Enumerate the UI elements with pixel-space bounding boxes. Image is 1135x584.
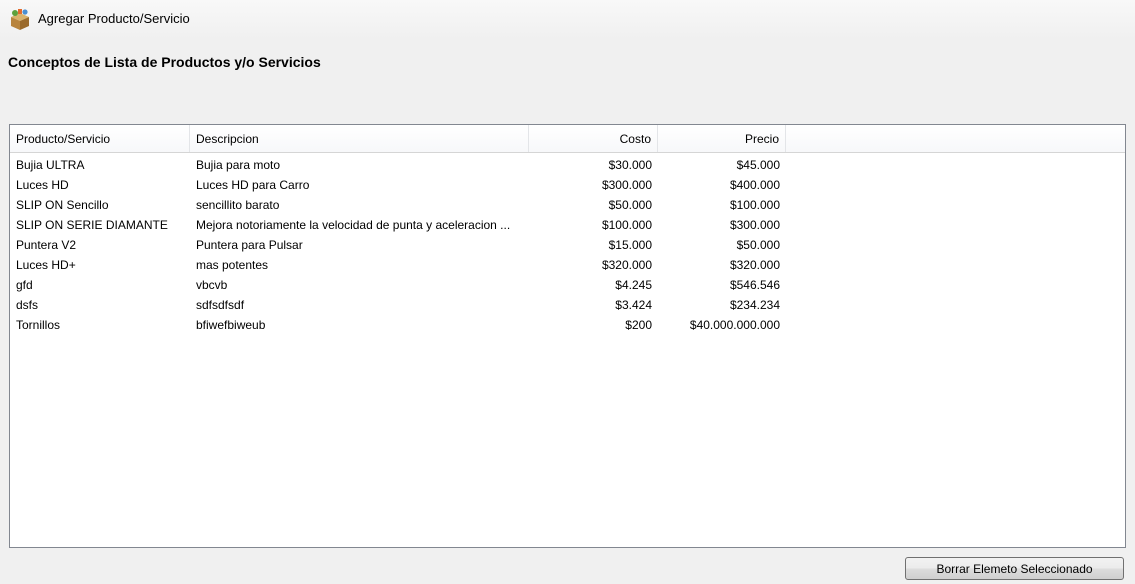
cell-producto: SLIP ON SERIE DIAMANTE: [16, 218, 168, 232]
table-row[interactable]: Puntera V2 Puntera para Pulsar $15.000 $…: [10, 235, 1125, 255]
cell-costo: $100.000: [601, 218, 652, 232]
column-header-costo[interactable]: Costo: [529, 125, 658, 152]
cell-descripcion: sencillito barato: [196, 198, 280, 212]
cell-descripcion: Mejora notoriamente la velocidad de punt…: [196, 218, 511, 232]
page-title: Conceptos de Lista de Productos y/o Serv…: [8, 54, 321, 70]
table-row[interactable]: dsfs sdfsdfsdf $3.424 $234.234: [10, 295, 1125, 315]
cell-precio: $234.234: [729, 298, 780, 312]
title-bar: Agregar Producto/Servicio: [0, 0, 1135, 40]
cell-precio: $546.546: [729, 278, 780, 292]
cell-descripcion: mas potentes: [196, 258, 269, 272]
cell-costo: $300.000: [601, 178, 652, 192]
product-box-icon: [11, 9, 29, 30]
column-header-precio[interactable]: Precio: [658, 125, 786, 152]
products-list[interactable]: Producto/Servicio Descripcion Costo Prec…: [9, 124, 1126, 548]
cell-costo: $3.424: [615, 298, 652, 312]
cell-precio: $100.000: [729, 198, 780, 212]
list-body: Bujia ULTRA Bujia para moto $30.000 $45.…: [10, 155, 1125, 335]
cell-descripcion: bfiwefbiweub: [196, 318, 266, 332]
cell-costo: $320.000: [601, 258, 652, 272]
cell-precio: $50.000: [736, 238, 780, 252]
table-row[interactable]: Luces HD+ mas potentes $320.000 $320.000: [10, 255, 1125, 275]
cell-precio: $320.000: [729, 258, 780, 272]
cell-producto: Luces HD+: [16, 258, 76, 272]
cell-producto: Tornillos: [16, 318, 61, 332]
table-row[interactable]: SLIP ON Sencillo sencillito barato $50.0…: [10, 195, 1125, 215]
cell-descripcion: Puntera para Pulsar: [196, 238, 303, 252]
delete-selected-button[interactable]: Borrar Elemeto Seleccionado: [905, 557, 1124, 580]
cell-descripcion: sdfsdfsdf: [196, 298, 245, 312]
table-row[interactable]: Luces HD Luces HD para Carro $300.000 $4…: [10, 175, 1125, 195]
list-header: Producto/Servicio Descripcion Costo Prec…: [10, 125, 1125, 153]
window-title: Agregar Producto/Servicio: [38, 11, 190, 26]
table-row[interactable]: SLIP ON SERIE DIAMANTE Mejora notoriamen…: [10, 215, 1125, 235]
column-header-descripcion[interactable]: Descripcion: [190, 125, 529, 152]
cell-precio: $45.000: [736, 158, 780, 172]
cell-producto: SLIP ON Sencillo: [16, 198, 109, 212]
cell-producto: Luces HD: [16, 178, 69, 192]
cell-descripcion: Bujia para moto: [196, 158, 281, 172]
table-row[interactable]: Tornillos bfiwefbiweub $200 $40.000.000.…: [10, 315, 1125, 335]
column-header-producto[interactable]: Producto/Servicio: [10, 125, 190, 152]
cell-precio: $300.000: [729, 218, 780, 232]
cell-costo: $4.245: [615, 278, 652, 292]
cell-descripcion: vbcvb: [196, 278, 228, 292]
table-row[interactable]: gfd vbcvb $4.245 $546.546: [10, 275, 1125, 295]
cell-precio: $400.000: [729, 178, 780, 192]
cell-precio: $40.000.000.000: [689, 318, 780, 332]
cell-producto: gfd: [16, 278, 33, 292]
cell-descripcion: Luces HD para Carro: [196, 178, 310, 192]
table-row[interactable]: Bujia ULTRA Bujia para moto $30.000 $45.…: [10, 155, 1125, 175]
cell-costo: $30.000: [608, 158, 652, 172]
cell-producto: Bujia ULTRA: [16, 158, 85, 172]
cell-costo: $15.000: [608, 238, 652, 252]
cell-producto: dsfs: [16, 298, 39, 312]
cell-producto: Puntera V2: [16, 238, 77, 252]
cell-costo: $200: [625, 318, 652, 332]
cell-costo: $50.000: [608, 198, 652, 212]
